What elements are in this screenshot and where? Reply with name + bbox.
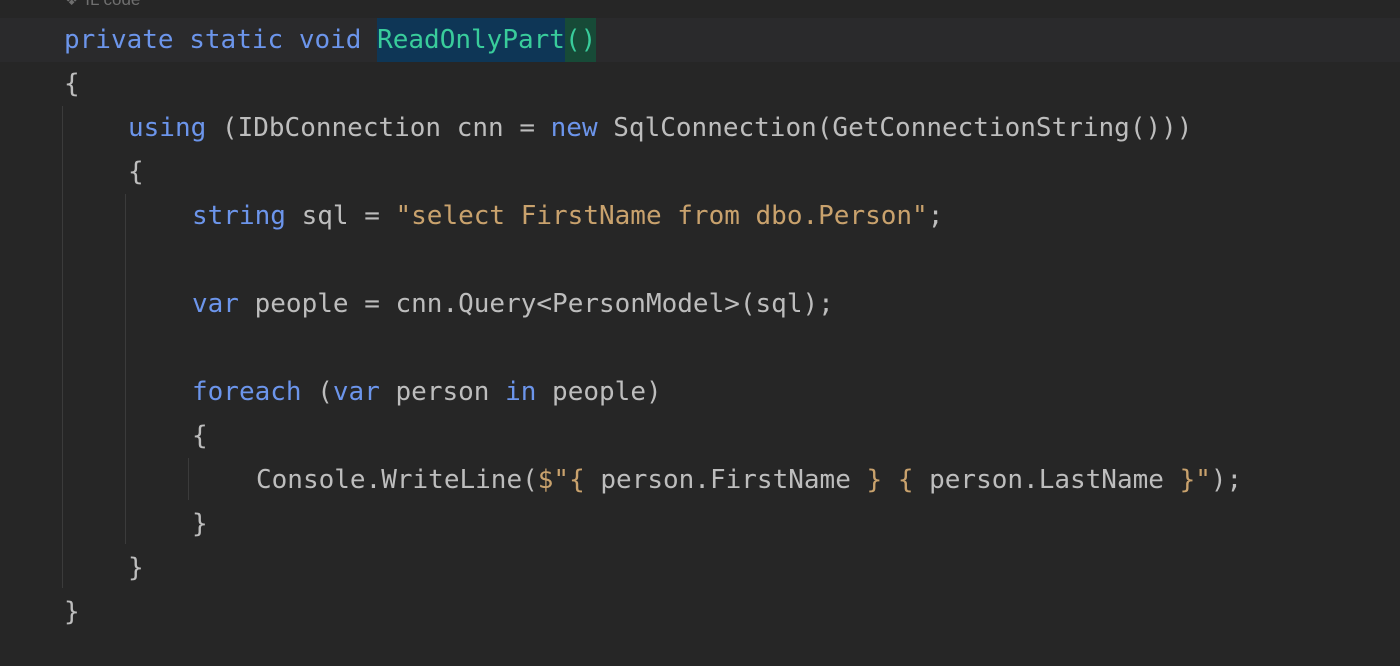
code-text: people = cnn.Query<PersonModel>(sql); bbox=[238, 289, 834, 319]
indent-guide bbox=[125, 194, 126, 544]
code-text: ; bbox=[927, 201, 944, 231]
code-vision-hint-label: IL code bbox=[85, 0, 140, 9]
interpolation-brace: { bbox=[897, 465, 914, 495]
interpolation-brace: } bbox=[1179, 465, 1196, 495]
keyword: void bbox=[298, 25, 362, 55]
code-line[interactable]: { bbox=[64, 62, 80, 106]
code-line[interactable]: var people = cnn.Query<PersonModel>(sql)… bbox=[192, 282, 834, 326]
diamond-icon: ❖ bbox=[64, 0, 79, 9]
code-text: people) bbox=[536, 377, 662, 407]
keyword: in bbox=[505, 377, 537, 407]
interpolation-brace: } bbox=[866, 465, 883, 495]
brace: } bbox=[192, 509, 208, 539]
code-line[interactable]: } bbox=[128, 546, 144, 590]
code-line[interactable]: } bbox=[192, 502, 208, 546]
code-text: Console.WriteLine( bbox=[256, 465, 538, 495]
code-line[interactable]: using (IDbConnection cnn = new SqlConnec… bbox=[128, 106, 1192, 150]
code-line[interactable]: { bbox=[128, 150, 144, 194]
keyword: static bbox=[189, 25, 284, 55]
code-text: person.LastName bbox=[913, 465, 1180, 495]
brace: } bbox=[64, 597, 80, 627]
interpolated-string-start: $" bbox=[537, 465, 570, 495]
brace: { bbox=[64, 69, 80, 99]
code-line[interactable]: Console.WriteLine($"{ person.FirstName }… bbox=[256, 458, 1242, 502]
code-text: ( bbox=[301, 377, 333, 407]
string-literal bbox=[882, 465, 898, 495]
method-name[interactable]: ReadOnlyPart bbox=[377, 18, 565, 62]
code-editor[interactable]: ❖ IL code private static void ReadOnlyPar… bbox=[0, 0, 1400, 666]
keyword: private bbox=[64, 25, 174, 55]
code-text: sql = bbox=[285, 201, 396, 231]
code-line[interactable]: private static void ReadOnlyPart() bbox=[64, 18, 597, 62]
code-line[interactable]: string sql = "select FirstName from dbo.… bbox=[192, 194, 943, 238]
brace: { bbox=[192, 421, 208, 451]
code-text: person bbox=[379, 377, 506, 407]
interpolation-brace: { bbox=[569, 465, 585, 495]
code-text: (IDbConnection cnn = bbox=[206, 113, 551, 143]
keyword: foreach bbox=[192, 377, 302, 407]
string-literal: "select FirstName from dbo.Person" bbox=[395, 201, 928, 231]
code-text: ); bbox=[1210, 465, 1243, 495]
code-text: person.FirstName bbox=[584, 465, 867, 495]
keyword: using bbox=[128, 113, 207, 143]
brace: } bbox=[128, 553, 144, 583]
code-line[interactable]: foreach (var person in people) bbox=[192, 370, 662, 414]
parameter-parens: () bbox=[564, 18, 597, 62]
keyword: var bbox=[192, 289, 239, 319]
keyword: var bbox=[332, 377, 380, 407]
keyword: new bbox=[550, 113, 598, 143]
code-line[interactable]: { bbox=[192, 414, 208, 458]
indent-guide bbox=[188, 458, 189, 500]
keyword: string bbox=[192, 201, 286, 231]
brace: { bbox=[128, 157, 144, 187]
indent-guide bbox=[62, 106, 63, 588]
interpolated-string-end: " bbox=[1195, 465, 1211, 495]
code-vision-hint[interactable]: ❖ IL code bbox=[64, 0, 140, 10]
code-line[interactable]: } bbox=[64, 590, 80, 634]
code-text: SqlConnection(GetConnectionString())) bbox=[597, 113, 1193, 143]
